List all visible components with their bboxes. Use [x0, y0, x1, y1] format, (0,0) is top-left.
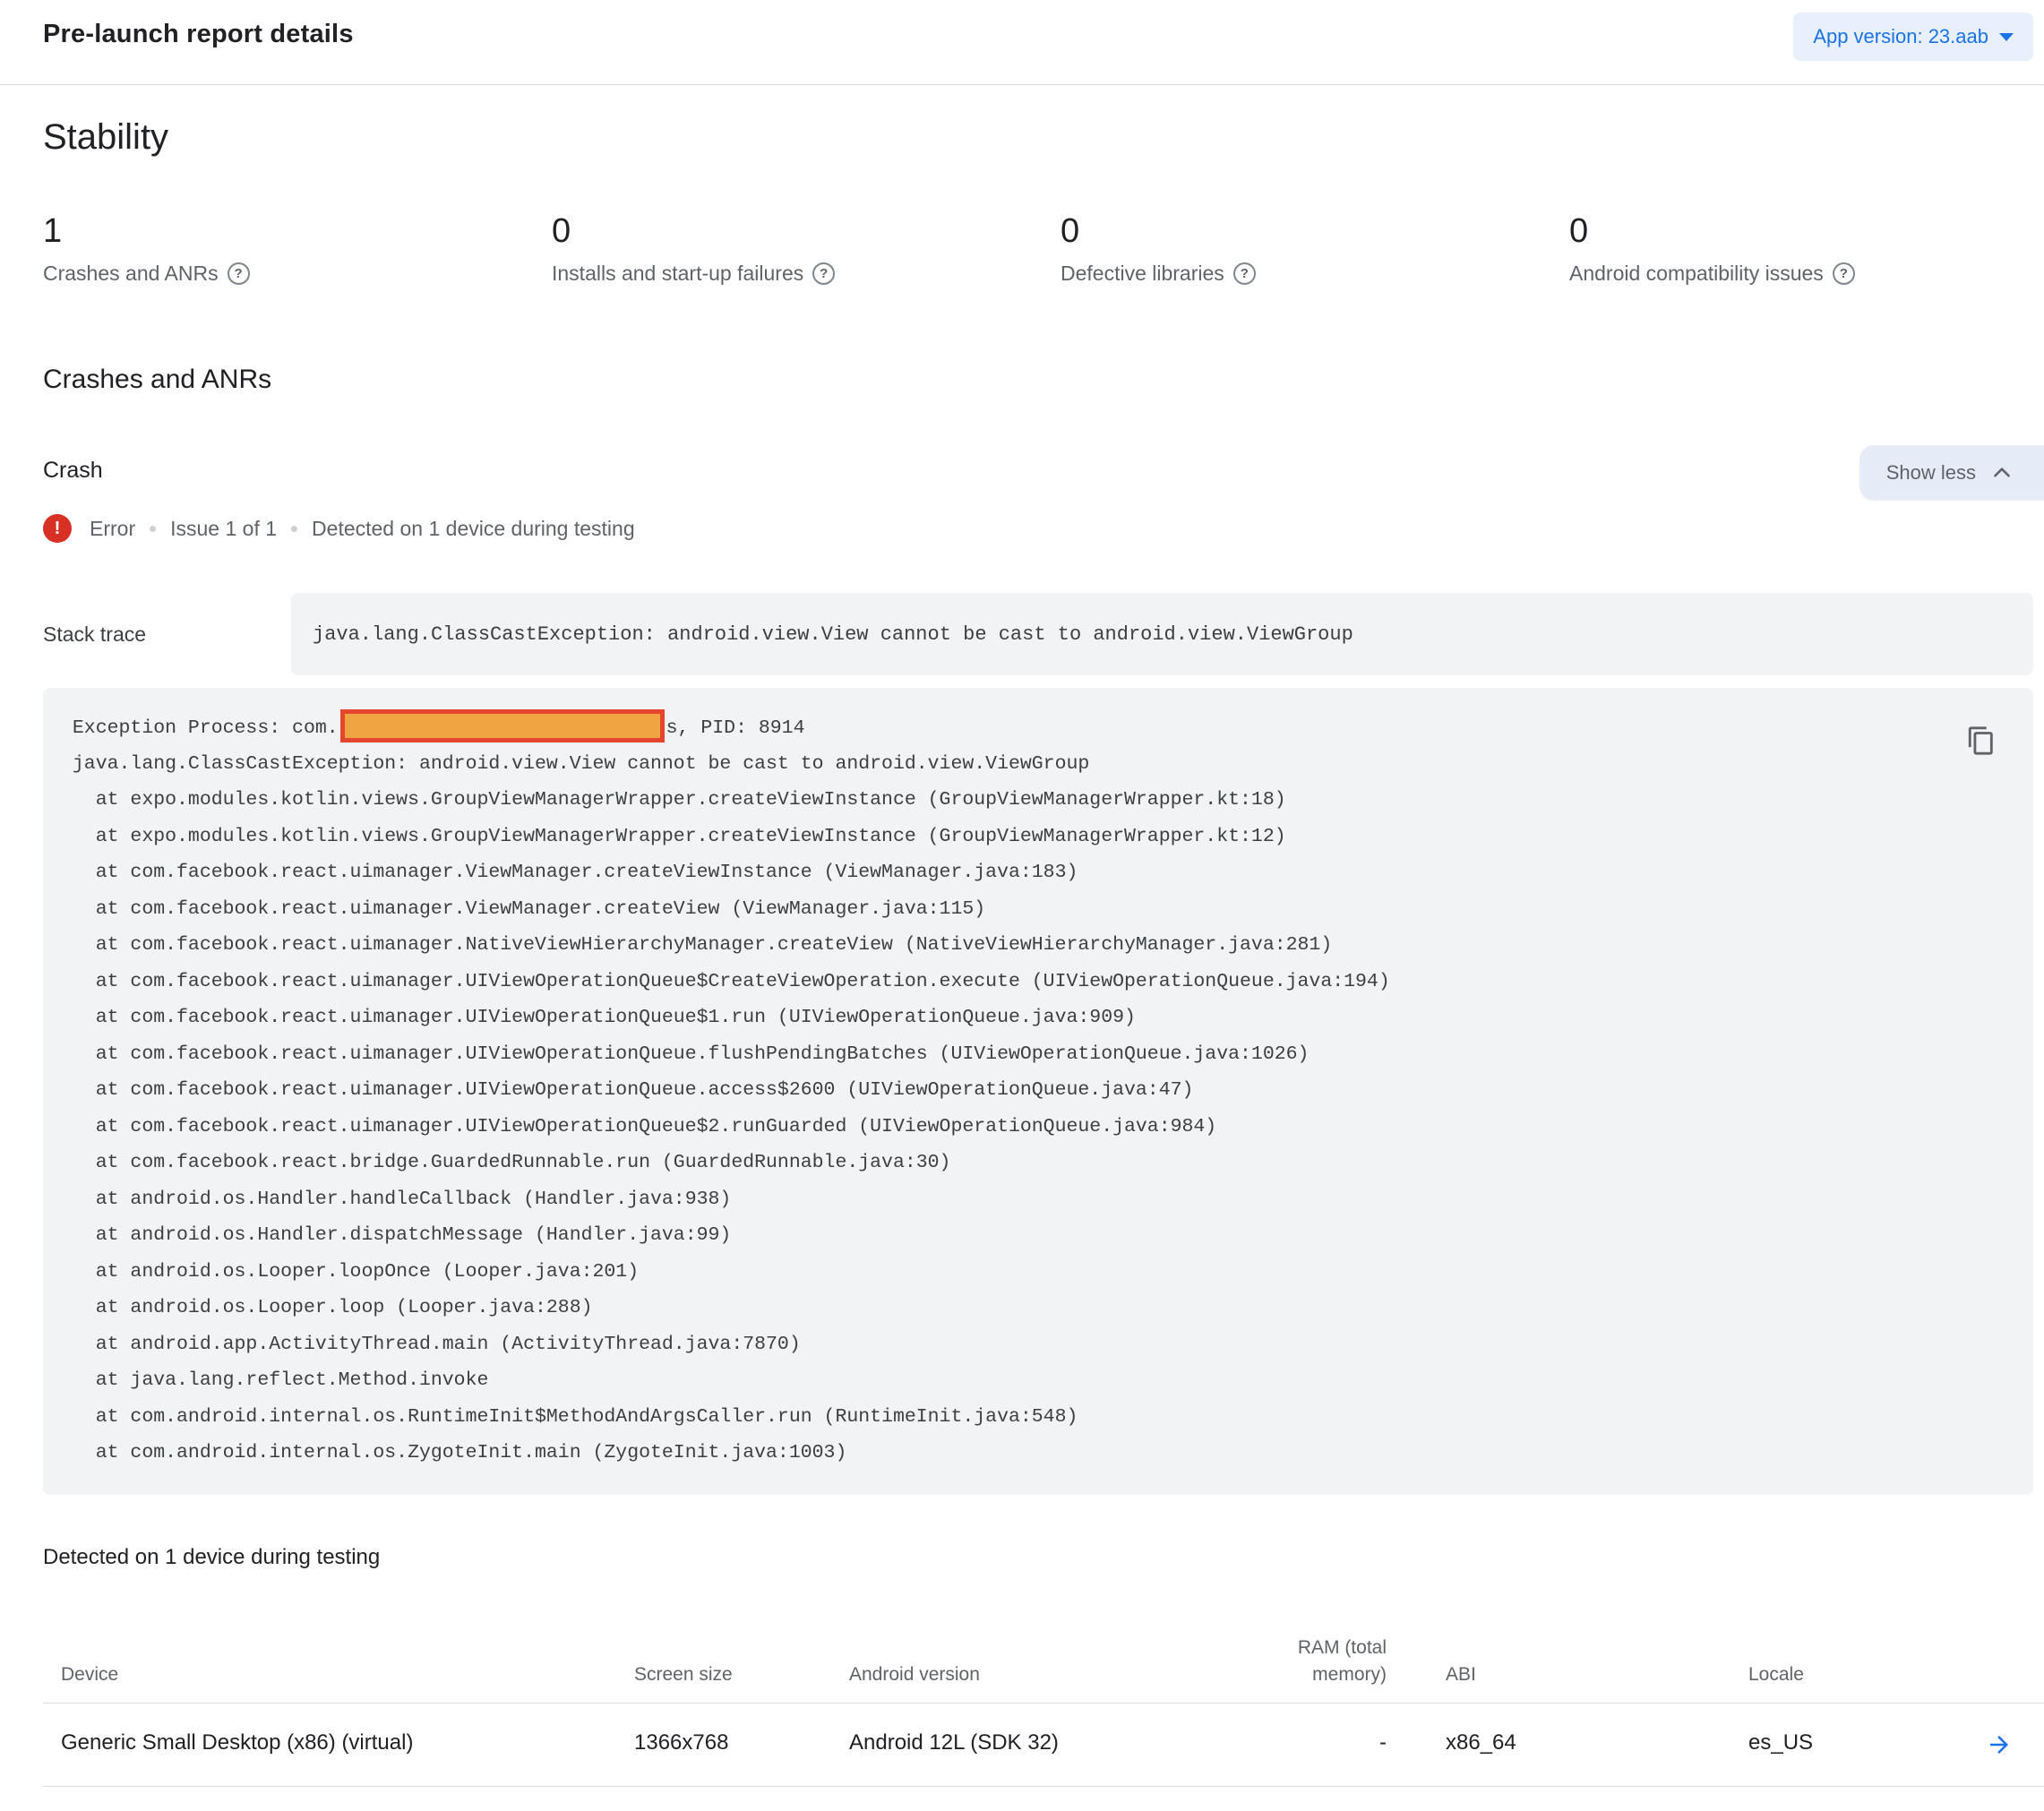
- abi-cell: x86_64: [1446, 1729, 1516, 1755]
- help-icon[interactable]: ?: [227, 262, 250, 285]
- show-less-button[interactable]: Show less: [1859, 445, 2044, 501]
- stack-trace-label: Stack trace: [43, 622, 147, 646]
- report-content: Stability 1 Crashes and ANRs ? 0 Install…: [0, 117, 2044, 1787]
- arrow-forward-icon: [1990, 1735, 2008, 1754]
- stat-label: Installs and start-up failures: [552, 262, 804, 285]
- column-header-locale: Locale: [1748, 1663, 1804, 1685]
- chevron-up-icon: [1994, 468, 2010, 477]
- crash-header-row: Crash Show less: [43, 445, 2044, 501]
- help-icon[interactable]: ?: [812, 262, 836, 285]
- column-header-screen-size: Screen size: [634, 1663, 733, 1685]
- stat-install-failures: 0 Installs and start-up failures ?: [552, 213, 1061, 286]
- crashes-anrs-section-title: Crashes and ANRs: [43, 365, 272, 394]
- locale-cell: es_US: [1748, 1729, 1814, 1755]
- help-icon[interactable]: ?: [1832, 262, 1855, 285]
- device-name-cell: Generic Small Desktop (x86) (virtual): [61, 1729, 414, 1755]
- page-header: Pre-launch report details App version: 2…: [0, 0, 2044, 85]
- stat-defective-libraries: 0 Defective libraries ?: [1061, 213, 1569, 286]
- stat-label: Crashes and ANRs: [43, 262, 219, 285]
- detected-summary: Detected on 1 device during testing: [312, 516, 635, 540]
- exception-process-line: Exception Process: com. s, PID: 8914: [61, 709, 1980, 746]
- copy-button[interactable]: [1963, 724, 1999, 760]
- crash-type-label: Crash: [43, 458, 103, 483]
- device-table-header: Device Screen size Android version RAM (…: [43, 1595, 2044, 1704]
- device-table-row: Generic Small Desktop (x86) (virtual) 13…: [43, 1704, 2044, 1787]
- android-version-cell: Android 12L (SDK 32): [849, 1729, 1059, 1755]
- ram-cell: -: [1379, 1729, 1387, 1755]
- stat-value: 1: [43, 212, 63, 250]
- stability-section-title: Stability: [43, 117, 169, 157]
- redaction-box: [339, 709, 665, 742]
- page-title: Pre-launch report details: [43, 20, 354, 48]
- stat-compatibility-issues: 0 Android compatibility issues ?: [1569, 213, 2044, 286]
- copy-icon: [1968, 725, 1993, 755]
- stat-label: Defective libraries: [1061, 262, 1224, 285]
- device-table: Device Screen size Android version RAM (…: [43, 1595, 2044, 1787]
- column-header-ram: RAM (total memory): [1297, 1636, 1387, 1685]
- stack-trace-lines: java.lang.ClassCastException: android.vi…: [72, 752, 1390, 1464]
- show-less-label: Show less: [1885, 461, 1976, 484]
- help-icon[interactable]: ?: [1232, 262, 1256, 285]
- stat-value: 0: [552, 212, 571, 250]
- crash-status-row: ! Error Issue 1 of 1 Detected on 1 devic…: [43, 514, 2033, 543]
- app-version-label: App version: 23.aab: [1813, 25, 1988, 47]
- dot-separator: [291, 525, 298, 532]
- severity-label: Error: [90, 516, 136, 540]
- device-details-arrow-button[interactable]: [1986, 1731, 2013, 1758]
- screen-size-cell: 1366x768: [634, 1729, 729, 1755]
- issue-counter: Issue 1 of 1: [170, 516, 278, 540]
- app-version-selector[interactable]: App version: 23.aab: [1793, 13, 2033, 61]
- dot-separator: [150, 525, 157, 532]
- stack-trace-block: Exception Process: com. s, PID: 8914 java…: [43, 688, 2033, 1495]
- stack-trace-summary-row: Stack trace java.lang.ClassCastException…: [43, 593, 2033, 675]
- exception-line-prefix: Exception Process: com.: [61, 717, 339, 740]
- column-header-device: Device: [61, 1663, 119, 1685]
- stability-stats: 1 Crashes and ANRs ? 0 Installs and star…: [43, 213, 2033, 286]
- column-header-abi: ABI: [1446, 1663, 1476, 1685]
- column-header-android-version: Android version: [849, 1663, 980, 1685]
- detected-devices-label: Detected on 1 device during testing: [43, 1544, 381, 1569]
- exception-line-suffix: s, PID: 8914: [666, 717, 805, 740]
- stat-value: 0: [1569, 212, 1589, 250]
- stack-trace-summary: java.lang.ClassCastException: android.vi…: [291, 593, 2033, 675]
- stat-value: 0: [1061, 212, 1080, 250]
- stat-label: Android compatibility issues: [1569, 262, 1824, 285]
- error-icon: !: [43, 514, 72, 543]
- stat-crashes-anrs: 1 Crashes and ANRs ?: [43, 213, 552, 286]
- chevron-down-icon: [1999, 32, 2014, 41]
